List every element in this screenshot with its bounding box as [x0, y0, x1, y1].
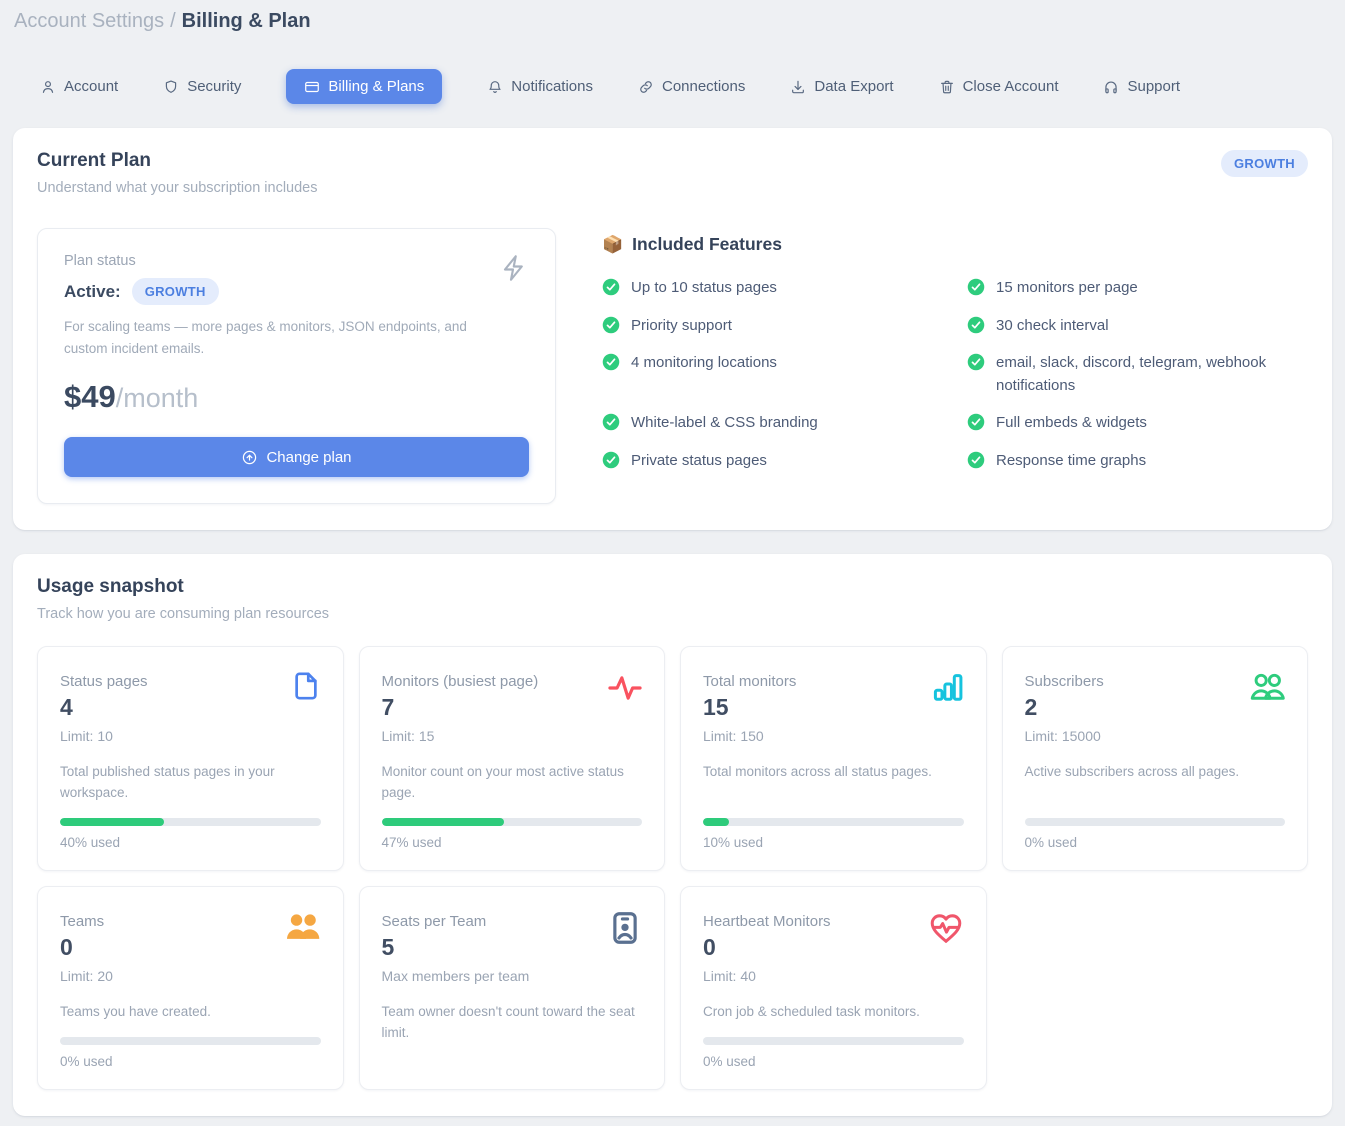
check-circle-icon [602, 413, 620, 431]
users-icon [1247, 669, 1287, 706]
heart-pulse-icon [926, 909, 966, 947]
usage-progress-track [703, 818, 964, 826]
tab-account[interactable]: Account [40, 69, 118, 104]
usage-progress-fill [60, 818, 164, 826]
check-circle-icon [967, 413, 985, 431]
check-circle-icon [967, 278, 985, 296]
price-amount: $49 [64, 379, 116, 414]
zap-icon [499, 253, 529, 283]
usage-subtitle: Track how you are consuming plan resourc… [37, 606, 1308, 622]
usage-card-heartbeat-monitors: Heartbeat Monitors 0 Limit: 40 Cron job … [680, 886, 987, 1090]
plan-description: For scaling teams — more pages & monitor… [64, 316, 484, 359]
tab-billing-plans[interactable]: Billing & Plans [286, 69, 442, 104]
feature-item: email, slack, discord, telegram, webhook… [967, 352, 1308, 397]
tab-notifications[interactable]: Notifications [487, 69, 593, 104]
plan-price: $49/month [64, 379, 529, 415]
usage-progress-fill [703, 818, 729, 826]
plan-status-label: Plan status [64, 253, 529, 269]
usage-title: Usage snapshot [37, 576, 1308, 598]
shield-icon [163, 79, 179, 95]
breadcrumb-separator: / [170, 10, 176, 32]
usage-grid: Status pages 4 Limit: 10 Total published… [37, 646, 1308, 1090]
id-badge-icon [606, 909, 644, 947]
users-filled-icon [283, 909, 323, 946]
tab-connections[interactable]: Connections [638, 69, 745, 104]
features-title: Included Features [632, 234, 782, 255]
tab-security[interactable]: Security [163, 69, 241, 104]
feature-item: Priority support [602, 315, 943, 338]
usage-snapshot-card: Usage snapshot Track how you are consumi… [13, 554, 1332, 1116]
check-circle-icon [967, 451, 985, 469]
usage-card-monitors-busiest-page: Monitors (busiest page) 7 Limit: 15 Moni… [359, 646, 666, 871]
current-plan-subtitle: Understand what your subscription includ… [37, 180, 317, 196]
feature-item: 15 monitors per page [967, 277, 1308, 300]
tab-data-export[interactable]: Data Export [790, 69, 893, 104]
tab-close-account[interactable]: Close Account [939, 69, 1059, 104]
price-period: /month [116, 383, 199, 413]
feature-item: White-label & CSS branding [602, 412, 943, 435]
check-circle-icon [602, 278, 620, 296]
feature-item: Private status pages [602, 450, 943, 473]
billing-page: Account Settings / Billing & Plan Account … [13, 10, 1332, 1116]
usage-card-subscribers: Subscribers 2 Limit: 15000 Active subscr… [1002, 646, 1309, 871]
check-circle-icon [967, 353, 985, 371]
usage-progress-track [1025, 818, 1286, 826]
feature-item: 4 monitoring locations [602, 352, 943, 397]
check-circle-icon [602, 316, 620, 334]
plan-status-box: Plan status Active: GROWTH For scaling t… [37, 228, 556, 504]
check-circle-icon [967, 316, 985, 334]
feature-item: Full embeds & widgets [967, 412, 1308, 435]
plan-status-value: Active: [64, 282, 121, 302]
usage-progress-track [382, 818, 643, 826]
breadcrumb-current: Billing & Plan [182, 10, 311, 32]
breadcrumb: Account Settings / Billing & Plan [13, 10, 1332, 33]
download-icon [790, 79, 806, 95]
usage-card-seats-per-team: Seats per Team 5 Max members per team Te… [359, 886, 666, 1090]
current-plan-titles: Current Plan Understand what your subscr… [37, 150, 317, 196]
included-features-section: 📦 Included Features Up to 10 status page… [602, 228, 1308, 504]
tab-support[interactable]: Support [1103, 69, 1180, 104]
feature-item: Response time graphs [967, 450, 1308, 473]
current-plan-header: Current Plan Understand what your subscr… [37, 150, 1308, 196]
headphones-icon [1103, 79, 1119, 95]
plan-tier-badge: GROWTH [1221, 150, 1308, 177]
credit-card-icon [304, 79, 320, 95]
settings-tabs: Account Security Billing & Plans Notific… [40, 69, 1332, 104]
plan-status-badge: GROWTH [132, 278, 219, 305]
arrow-up-circle-icon [241, 449, 258, 466]
breadcrumb-section[interactable]: Account Settings [14, 10, 164, 32]
change-plan-button[interactable]: Change plan [64, 437, 529, 477]
feature-item: Up to 10 status pages [602, 277, 943, 300]
user-icon [40, 79, 56, 95]
bell-icon [487, 79, 503, 95]
activity-icon [606, 669, 644, 707]
package-emoji-icon: 📦 [602, 236, 623, 253]
bar-chart-icon [930, 669, 966, 705]
current-plan-card: Current Plan Understand what your subscr… [13, 128, 1332, 530]
usage-progress-fill [382, 818, 504, 826]
current-plan-title: Current Plan [37, 150, 317, 172]
usage-card-status-pages: Status pages 4 Limit: 10 Total published… [37, 646, 344, 871]
file-icon [289, 669, 323, 703]
check-circle-icon [602, 451, 620, 469]
link-icon [638, 79, 654, 95]
usage-card-teams: Teams 0 Limit: 20 Teams you have created… [37, 886, 344, 1090]
plan-row: Plan status Active: GROWTH For scaling t… [37, 228, 1308, 504]
check-circle-icon [602, 353, 620, 371]
plan-active-row: Active: GROWTH [64, 278, 529, 305]
usage-progress-track [60, 818, 321, 826]
features-title-row: 📦 Included Features [602, 234, 1308, 255]
trash-icon [939, 79, 955, 95]
change-plan-label: Change plan [266, 449, 351, 466]
usage-progress-track [60, 1037, 321, 1045]
features-grid: Up to 10 status pages 15 monitors per pa… [602, 277, 1308, 472]
usage-progress-track [703, 1037, 964, 1045]
feature-item: 30 check interval [967, 315, 1308, 338]
usage-card-total-monitors: Total monitors 15 Limit: 150 Total monit… [680, 646, 987, 871]
